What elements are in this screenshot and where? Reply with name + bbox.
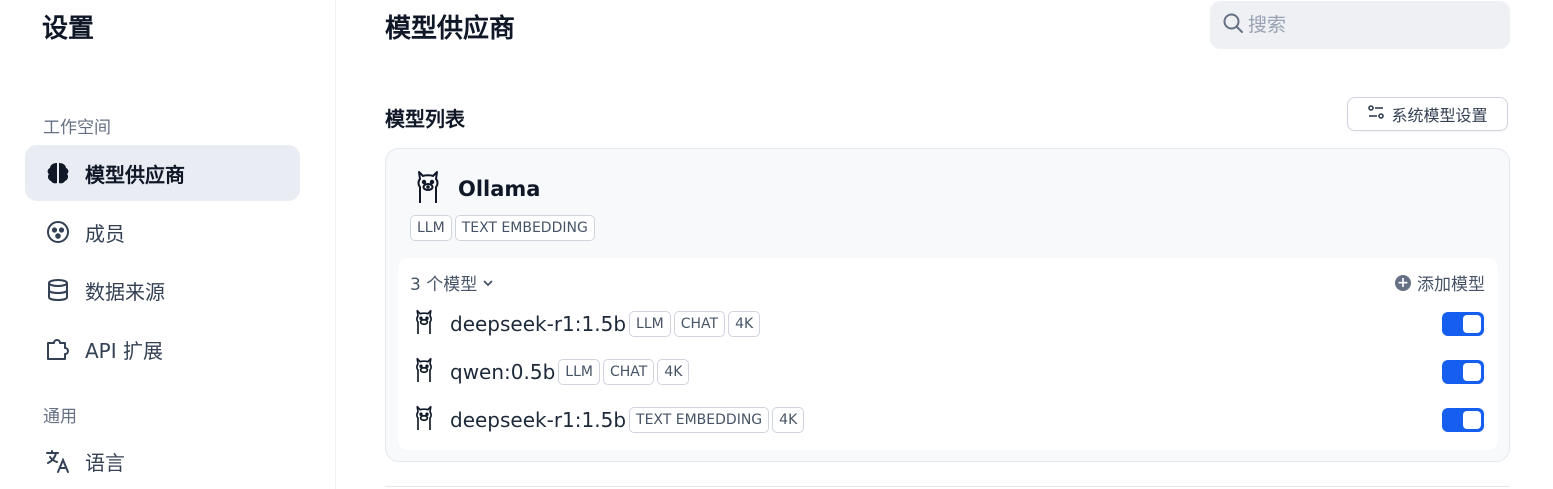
sidebar-item-label: API 扩展: [85, 338, 163, 363]
translate-icon: [45, 448, 71, 474]
model-row: deepseek-r1:1.5b TEXT EMBEDDING 4K: [412, 400, 1484, 440]
model-row: deepseek-r1:1.5b LLM CHAT 4K: [412, 304, 1484, 344]
database-icon: [45, 277, 71, 303]
llama-icon: [412, 356, 436, 388]
model-list-title: 模型列表: [385, 107, 465, 131]
sidebar-item-api-extension[interactable]: API 扩展: [25, 321, 300, 377]
model-name: qwen:0.5b: [450, 360, 556, 384]
model-name: deepseek-r1:1.5b: [450, 408, 627, 432]
brain-icon: [45, 160, 71, 186]
toggle-knob: [1463, 411, 1481, 429]
llama-icon: [412, 308, 436, 340]
sidebar: 设置 工作空间 模型供应商 成员 数据来源 API 扩展 通用 语言: [0, 0, 336, 489]
model-tag: CHAT: [602, 359, 655, 385]
search-input[interactable]: [1248, 14, 1488, 36]
page-title: 模型供应商: [385, 14, 516, 44]
sidebar-item-members[interactable]: 成员: [25, 204, 300, 260]
model-enable-toggle[interactable]: [1442, 408, 1484, 432]
search-icon: [1222, 12, 1244, 38]
sliders-icon: [1367, 103, 1385, 125]
sidebar-item-language[interactable]: 语言: [25, 433, 300, 489]
toggle-knob: [1463, 363, 1481, 381]
sidebar-item-label: 数据来源: [85, 279, 165, 304]
model-enable-toggle[interactable]: [1442, 360, 1484, 384]
sidebar-item-label: 成员: [85, 221, 125, 246]
sidebar-group-workspace: 工作空间: [43, 118, 111, 138]
system-model-settings-label: 系统模型设置: [1391, 106, 1488, 125]
model-tag: LLM: [558, 359, 600, 385]
model-count-label: 3 个模型: [410, 275, 478, 295]
model-list-panel: 3 个模型 + 添加模型 deepseek-r1:1.5b LLM CHAT 4…: [398, 258, 1498, 450]
chevron-down-icon: [481, 276, 495, 290]
llama-icon: [412, 404, 436, 436]
provider-tags: LLM TEXT EMBEDDING: [410, 215, 598, 241]
model-tag: CHAT: [673, 311, 726, 337]
model-tag: LLM: [629, 311, 671, 337]
sidebar-item-model-provider[interactable]: 模型供应商: [25, 145, 300, 201]
sidebar-title: 设置: [42, 14, 95, 44]
llama-icon: [412, 169, 444, 209]
model-tag: 4K: [728, 311, 761, 337]
provider-tag: LLM: [410, 215, 452, 241]
sidebar-item-label: 语言: [85, 450, 125, 475]
toggle-knob: [1463, 315, 1481, 333]
divider: [385, 486, 1510, 487]
model-enable-toggle[interactable]: [1442, 312, 1484, 336]
search-box[interactable]: [1210, 1, 1510, 49]
model-count-toggle[interactable]: 3 个模型: [410, 270, 495, 295]
model-tag: 4K: [772, 407, 805, 433]
provider-card: Ollama LLM TEXT EMBEDDING 3 个模型 + 添加模型 d…: [385, 148, 1510, 462]
provider-tag: TEXT EMBEDDING: [454, 215, 595, 241]
add-model-button[interactable]: + 添加模型: [1395, 270, 1485, 295]
model-row: qwen:0.5b LLM CHAT 4K: [412, 352, 1484, 392]
main-content: 模型供应商 模型列表 系统模型设置: [337, 0, 1553, 489]
system-model-settings-button[interactable]: 系统模型设置: [1347, 97, 1508, 131]
model-name: deepseek-r1:1.5b: [450, 312, 627, 336]
sidebar-item-label: 模型供应商: [85, 162, 185, 187]
plus-circle-icon: +: [1395, 274, 1411, 291]
members-icon: [45, 219, 71, 245]
model-tag: TEXT EMBEDDING: [629, 407, 770, 433]
add-model-label: 添加模型: [1417, 275, 1485, 295]
puzzle-icon: [45, 336, 71, 362]
model-tag: 4K: [657, 359, 690, 385]
provider-header: Ollama: [412, 169, 540, 209]
sidebar-group-general: 通用: [43, 407, 77, 427]
provider-name: Ollama: [458, 177, 541, 201]
sidebar-item-data-source[interactable]: 数据来源: [25, 262, 300, 318]
